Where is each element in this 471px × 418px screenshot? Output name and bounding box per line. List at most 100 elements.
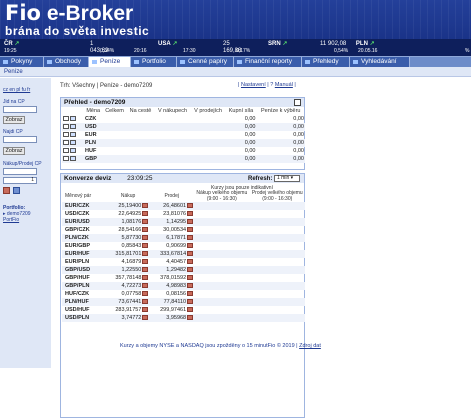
nav-prehledy[interactable]: Přehledy — [302, 57, 350, 67]
convert-buy-icon[interactable] — [142, 298, 149, 304]
convert-sell-icon[interactable] — [187, 306, 194, 312]
convert-buy-icon[interactable] — [142, 306, 149, 312]
transfer-in-icon[interactable] — [63, 131, 69, 137]
convert-sell-icon[interactable] — [187, 298, 194, 304]
show-button-1[interactable]: Zobraz — [3, 116, 25, 124]
quantity-input[interactable]: 1 — [3, 177, 37, 184]
transfer-in-icon[interactable] — [63, 123, 69, 129]
refresh-select[interactable]: 1 min ▾ — [274, 175, 300, 182]
nav-financni-reporty[interactable]: Finanční reporty — [234, 57, 302, 67]
nav-penize[interactable]: Peníze — [89, 57, 131, 67]
currency-cell: EUR — [85, 131, 97, 138]
transfer-out-icon[interactable] — [70, 139, 76, 145]
convert-sell-icon[interactable] — [187, 250, 194, 256]
convert-buy-icon[interactable] — [142, 218, 149, 224]
ticker-srn[interactable]: SRN ↗ — [268, 41, 287, 48]
manual-link[interactable]: Manuál — [275, 82, 293, 88]
securities-icon — [180, 60, 185, 64]
portfolio-link[interactable]: PortFio — [3, 217, 19, 223]
fx-sell-cell: 77,84110 — [149, 298, 195, 306]
fx-pair: USD/HUF — [65, 306, 90, 313]
language-links[interactable]: cz en pl fu fr — [3, 87, 30, 93]
convert-buy-icon[interactable] — [142, 258, 149, 264]
buysell-input[interactable] — [3, 168, 37, 175]
convert-sell-icon[interactable] — [187, 274, 194, 280]
ticker-time: 20.05.16 — [358, 48, 378, 54]
ticker-name: SRN — [268, 41, 281, 47]
convert-sell-icon[interactable] — [187, 258, 194, 264]
buy-icon[interactable] — [3, 187, 10, 194]
fx-buy-cell: 25,19400 — [106, 202, 150, 210]
convert-buy-icon[interactable] — [142, 290, 149, 296]
convert-buy-icon[interactable] — [142, 242, 149, 248]
convert-sell-icon[interactable] — [187, 202, 194, 208]
nav-pokyny[interactable]: Pokyny — [0, 57, 44, 67]
convert-sell-icon[interactable] — [187, 234, 194, 240]
convert-sell-icon[interactable] — [187, 210, 194, 216]
footer-text: Kurzy a objemy NYSE a NASDAQ jsou zpoždě… — [120, 343, 268, 349]
isin-input[interactable] — [3, 106, 37, 113]
fx-sell-cell: 0,90699 — [149, 242, 194, 250]
show-button-2[interactable]: Zobraz — [3, 147, 25, 155]
convert-buy-icon[interactable] — [142, 210, 149, 216]
convert-sell-icon[interactable] — [187, 314, 194, 320]
header-banner: Fio e-Broker brána do světa investic — [0, 0, 471, 39]
transfer-out-icon[interactable] — [70, 131, 76, 137]
transfer-in-icon[interactable] — [63, 139, 69, 145]
fx-sell-large — [249, 266, 305, 274]
buysell-label: Nákup/Prodej CP — [3, 161, 42, 167]
transfer-out-icon[interactable] — [70, 123, 76, 129]
trades-icon — [47, 60, 52, 64]
convert-sell-icon[interactable] — [187, 218, 194, 224]
nav-obchody[interactable]: Obchody — [44, 57, 89, 67]
ticker-pln[interactable]: 11 902,08 PLN ↗ 0,54% 20.05.16 — [320, 41, 377, 54]
convert-sell-icon[interactable] — [187, 226, 194, 232]
convert-buy-icon[interactable] — [142, 282, 149, 288]
convert-buy-icon[interactable] — [142, 202, 149, 208]
find-input[interactable] — [3, 136, 37, 143]
ticker-cr[interactable]: ČR ↗ 1 043,62 19:25 0,34% 20:16 — [4, 41, 147, 55]
nav-cenne-papiry[interactable]: Cenné papíry — [177, 57, 234, 67]
money-icon — [92, 60, 97, 64]
fx-buy-large — [194, 306, 249, 314]
nav-vyhledavani[interactable]: Vyhledávání — [350, 57, 410, 67]
transfer-out-icon[interactable] — [70, 155, 76, 161]
subtab-penize[interactable]: Peníze — [2, 68, 25, 77]
convert-sell-icon[interactable] — [187, 290, 194, 296]
withdraw-cell: 0,00 — [256, 155, 305, 163]
withdraw-cell: 0,00 — [293, 115, 304, 122]
nav-portfolio[interactable]: Portfolio — [131, 57, 177, 67]
overview-icon — [305, 60, 310, 64]
sell-icon[interactable] — [13, 187, 20, 194]
isin-label: Jid na CP — [3, 99, 25, 105]
transfer-in-icon[interactable] — [63, 147, 69, 153]
ticker-usa[interactable]: USA ↗ 25 169,88 0,17% — [158, 41, 250, 54]
convert-buy-icon[interactable] — [142, 266, 149, 272]
fx-buy-large — [194, 202, 250, 210]
settings-link[interactable]: Nastavení — [241, 82, 266, 88]
convert-sell-icon[interactable] — [187, 282, 194, 288]
brand-logo[interactable]: Fio e-Broker — [5, 2, 133, 25]
balance-row: EUR 0,00 0,00 — [62, 131, 305, 139]
convert-buy-icon[interactable] — [142, 234, 149, 240]
data-source-link[interactable]: Zdroj dat — [299, 343, 321, 349]
balance-row: PLN 0,00 0,00 — [62, 139, 305, 147]
fx-buy: 315,81701 — [115, 250, 142, 257]
fx-sell-cell: 333,67814 — [149, 250, 195, 258]
fx-sell-cell: 1,14295 — [149, 218, 195, 226]
convert-buy-icon[interactable] — [142, 226, 149, 232]
transfer-in-icon[interactable] — [63, 155, 69, 161]
fx-sell: 3,95968 — [166, 314, 187, 321]
convert-sell-icon[interactable] — [187, 242, 194, 248]
transfer-in-icon[interactable] — [63, 115, 69, 121]
balance-row: GBP 0,00 0,00 — [62, 155, 305, 163]
convert-buy-icon[interactable] — [142, 314, 149, 320]
convert-buy-icon[interactable] — [142, 250, 149, 256]
convert-buy-icon[interactable] — [142, 274, 149, 280]
currency-cell: GBP — [84, 155, 103, 163]
breadcrumb: Trh: Všechny | Peníze - demo7209 — [60, 83, 153, 89]
transfer-out-icon[interactable] — [70, 147, 76, 153]
print-icon[interactable] — [294, 99, 301, 106]
convert-sell-icon[interactable] — [187, 266, 194, 272]
transfer-out-icon[interactable] — [70, 115, 76, 121]
